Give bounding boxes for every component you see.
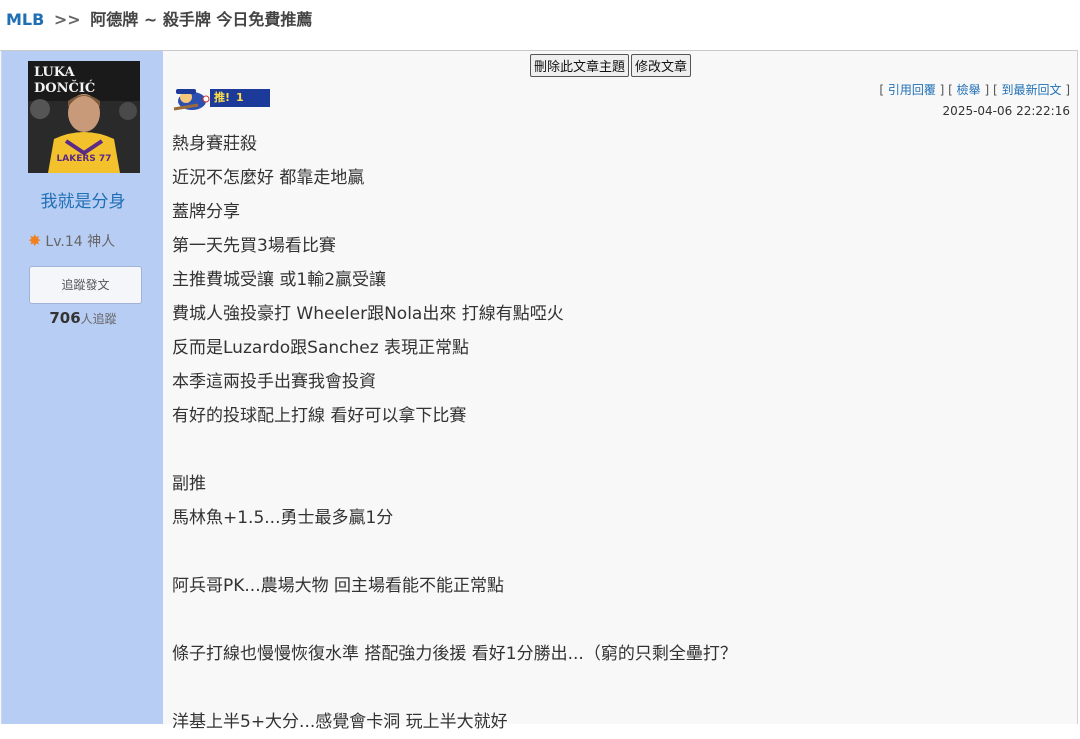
user-sidebar: LAKERS 77 LUKA DONČIĆ 我就是分身 ✸ Lv.14 神人 追蹤… bbox=[1, 51, 163, 724]
follow-button[interactable]: 追蹤發文 bbox=[29, 266, 142, 304]
level-badge-icon: ✸ bbox=[28, 231, 42, 250]
post-toolbar: 刪除此文章主題 修改文章 bbox=[530, 54, 693, 77]
content-line: 蓋牌分享 bbox=[172, 202, 240, 222]
content-line: 近況不怎麼好 都靠走地贏 bbox=[172, 168, 365, 188]
content-line bbox=[172, 535, 737, 569]
content-line: 阿兵哥PK...農場大物 回主場看能不能正常點 bbox=[172, 576, 505, 596]
content-line bbox=[172, 671, 737, 705]
content-line bbox=[172, 603, 737, 637]
breadcrumb-forum-link[interactable]: MLB bbox=[6, 10, 44, 29]
post-timestamp: 2025-04-06 22:22:16 bbox=[942, 104, 1070, 118]
push-tag: 推! 1 bbox=[210, 89, 270, 107]
follower-count: 706人追蹤 bbox=[2, 309, 164, 327]
quote-reply-link[interactable]: 引用回覆 bbox=[888, 83, 936, 97]
breadcrumb: MLB >> 阿德牌 ~ 殺手牌 今日免費推薦 bbox=[6, 6, 312, 30]
content-line: 反而是Luzardo跟Sanchez 表現正常點 bbox=[172, 338, 470, 358]
breadcrumb-separator: >> bbox=[53, 10, 81, 29]
post-container: LAKERS 77 LUKA DONČIĆ 我就是分身 ✸ Lv.14 神人 追蹤… bbox=[0, 50, 1078, 732]
username-link[interactable]: 我就是分身 bbox=[2, 187, 164, 212]
content-line: 洋基上半5+大分...感覺會卡洞 玩上半大就好 bbox=[172, 712, 508, 732]
follower-number: 706 bbox=[49, 309, 81, 327]
post-actions: [ 引用回覆 ] [ 檢舉 ] [ 到最新回文 ] bbox=[879, 81, 1070, 98]
bracket: ] bbox=[1061, 83, 1070, 97]
push-badge[interactable]: 推! 1 bbox=[172, 85, 270, 119]
delete-topic-button[interactable]: 刪除此文章主題 bbox=[530, 54, 630, 77]
avatar[interactable]: LAKERS 77 LUKA DONČIĆ bbox=[28, 61, 140, 173]
user-level-text: Lv.14 神人 bbox=[45, 234, 116, 250]
report-link[interactable]: 檢舉 bbox=[957, 83, 981, 97]
content-line: 有好的投球配上打線 看好可以拿下比賽 bbox=[172, 406, 467, 426]
edit-post-button[interactable]: 修改文章 bbox=[631, 54, 692, 77]
avatar-caption: LUKA DONČIĆ bbox=[34, 65, 96, 96]
bracket: ] [ bbox=[980, 83, 1002, 97]
avatar-jersey: LAKERS 77 bbox=[57, 154, 112, 164]
latest-reply-link[interactable]: 到最新回文 bbox=[1001, 83, 1061, 97]
content-line: 熱身賽莊殺 bbox=[172, 134, 257, 154]
content-line: 馬林魚+1.5...勇士最多贏1分 bbox=[172, 508, 394, 528]
content-line: 第一天先買3場看比賽 bbox=[172, 236, 336, 256]
bracket: ] [ bbox=[935, 83, 957, 97]
content-line: 本季這兩投手出賽我會投資 bbox=[172, 372, 376, 392]
post-content: 熱身賽莊殺近況不怎麼好 都靠走地贏 蓋牌分享第一天先買3場看比賽主推費城受讓 或1… bbox=[172, 127, 737, 739]
content-line: 條子打線也慢慢恢復水準 搭配強力後援 看好1分勝出...（窮的只剩全壘打？ bbox=[172, 644, 737, 664]
thread-title: 阿德牌 ~ 殺手牌 今日免費推薦 bbox=[90, 10, 313, 29]
user-level: ✸ Lv.14 神人 bbox=[28, 231, 115, 251]
follower-label: 人追蹤 bbox=[80, 312, 117, 326]
bracket: [ bbox=[879, 83, 888, 97]
content-line: 費城人強投豪打 Wheeler跟Nola出來 打線有點啞火 bbox=[172, 304, 564, 324]
push-label: 推! bbox=[214, 91, 231, 104]
content-line bbox=[172, 433, 737, 467]
content-line: 副推 bbox=[172, 474, 206, 494]
content-line: 主推費城受讓 或1輸2贏受讓 bbox=[172, 270, 387, 290]
push-count: 1 bbox=[236, 89, 244, 107]
